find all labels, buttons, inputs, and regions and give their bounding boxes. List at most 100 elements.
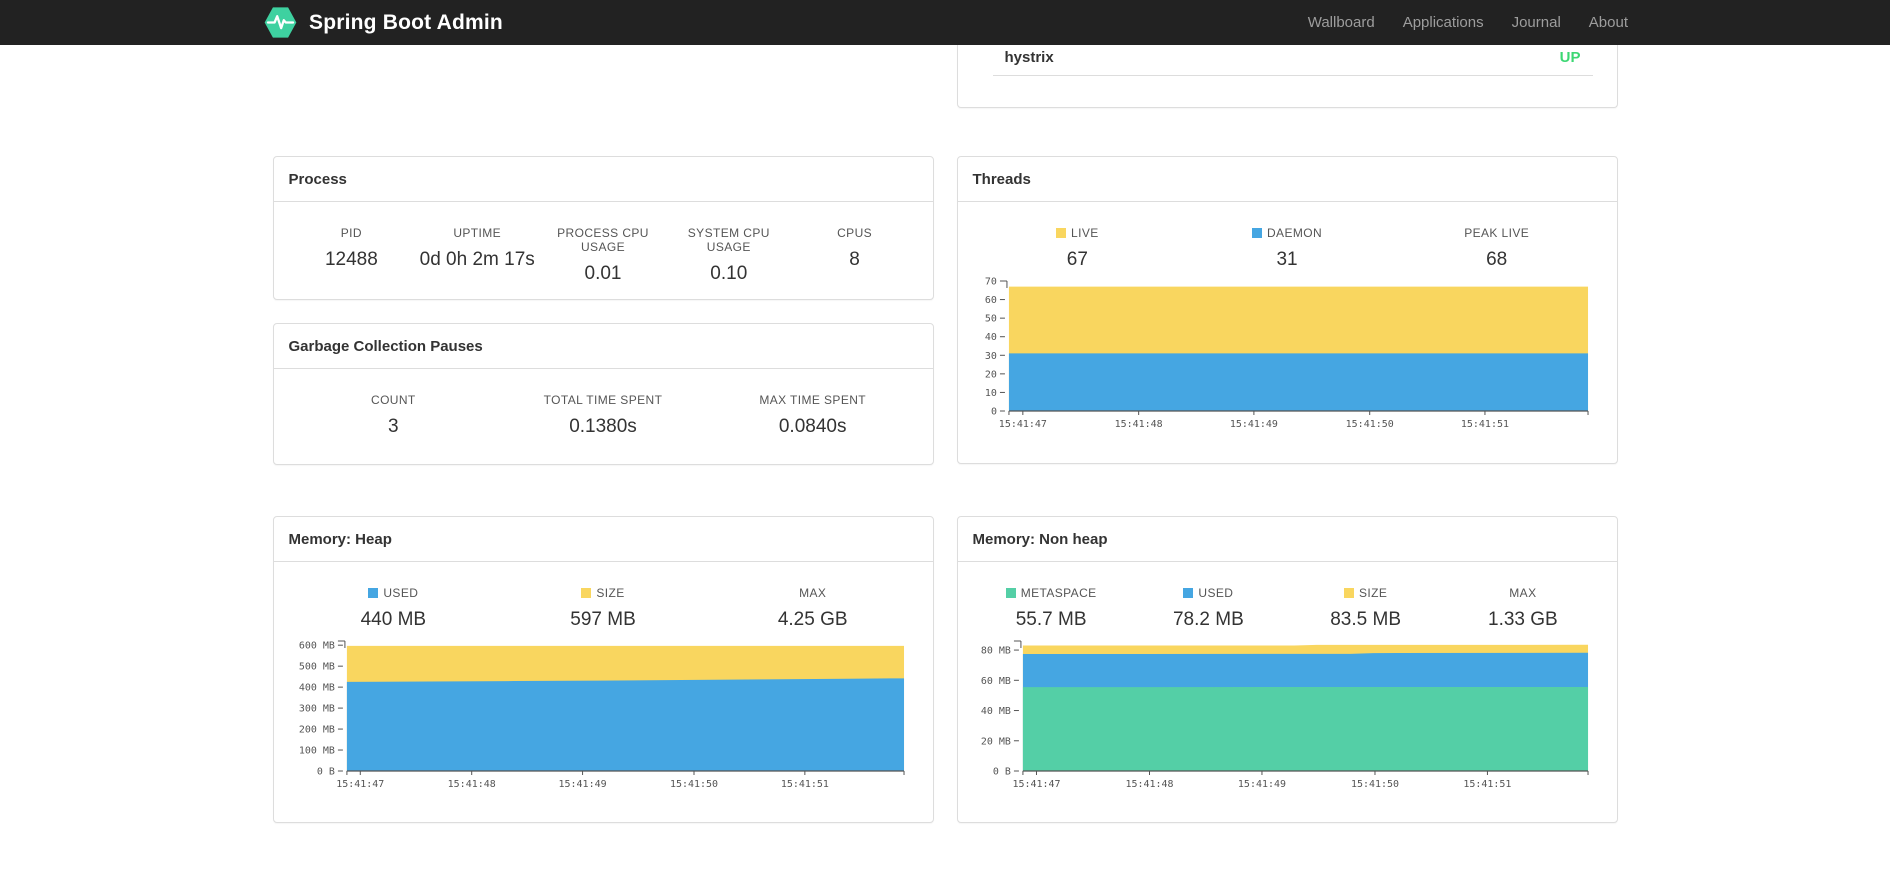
svg-text:40 MB: 40 MB [980,706,1010,717]
stat-value: 31 [1276,249,1298,270]
stat-max-time-spent: MAX TIME SPENT 0.0840s [708,393,918,438]
stat-process-cpu-usage: PROCESS CPU USAGE 0.01 [540,226,666,285]
svg-text:300 MB: 300 MB [298,704,334,715]
panel-title: Memory: Heap [273,517,933,562]
legend-swatch-icon [1005,588,1016,598]
stat-daemon: DAEMON 31 [1182,226,1392,271]
svg-text:30: 30 [984,351,996,362]
stat-label: LIVE [973,226,1183,240]
stat-label: CPUS [837,226,873,240]
svg-text:15:41:50: 15:41:50 [1345,419,1393,430]
stat-label: SIZE [498,586,708,600]
threads-chart: 15:41:47 15:41:48 15:41:49 15:41:50 15:41:51… [984,276,1589,430]
stat-label: METASPACE [973,586,1130,600]
gc-pauses-panel: Garbage Collection Pauses COUNT 3 TOTAL TI… [272,323,934,465]
stat-value: 0.10 [710,263,748,284]
stat-value: 597 MB [570,609,636,630]
svg-text:15:41:47: 15:41:47 [998,419,1046,430]
stat-value: 78.2 MB [1172,609,1244,630]
spring-boot-admin-logo-icon [264,7,297,38]
stat-value: 1.33 GB [1488,609,1558,630]
legend-swatch-icon [1251,228,1262,238]
nav-item-journal[interactable]: Journal [1498,0,1575,45]
stat-size: SIZE 597 MB [498,586,708,631]
panel-title: Garbage Collection Pauses [273,324,933,369]
svg-text:0 B: 0 B [316,766,334,777]
stat-label: SYSTEM CPU USAGE [687,226,770,254]
stat-value: 440 MB [360,609,427,630]
svg-text:500 MB: 500 MB [298,662,334,673]
stat-value: 12488 [324,249,378,270]
stat-count: COUNT 3 [289,393,499,438]
panel-title: Memory: Non heap [957,517,1617,562]
main-content: Process PID 12488 UPTIME 0d 0h 2m 17s PROCES… [272,45,1618,823]
stat-label: MAX [799,586,827,600]
stat-value: 0.1380s [569,416,637,437]
svg-text:100 MB: 100 MB [298,746,334,757]
stat-max: MAX 1.33 GB [1444,586,1601,631]
brand[interactable]: Spring Boot Admin [262,6,503,39]
stat-max: MAX 4.25 GB [708,586,918,631]
stat-value: 68 [1486,249,1508,270]
svg-text:600 MB: 600 MB [298,641,334,652]
svg-text:60 MB: 60 MB [980,676,1010,687]
stat-label: DAEMON [1182,226,1392,240]
stat-label: PEAK LIVE [1464,226,1530,240]
svg-text:15:41:50: 15:41:50 [1350,779,1398,790]
nav-item-about[interactable]: About [1575,0,1628,45]
stat-value: 4.25 GB [777,609,848,630]
stat-system-cpu-usage: SYSTEM CPU USAGE 0.10 [666,226,792,285]
stat-value: 55.7 MB [1015,609,1087,630]
heap-legend: USED 440 MB SIZE 597 MB MAX 4.25 GB [289,586,918,631]
svg-text:60: 60 [984,295,996,306]
stat-value: 3 [388,416,399,437]
svg-text:15:41:50: 15:41:50 [669,779,717,790]
svg-text:70: 70 [984,276,996,287]
svg-text:20: 20 [984,369,996,380]
panel-title: Process [273,157,933,202]
legend-swatch-icon [1343,588,1354,598]
svg-text:0: 0 [990,406,996,417]
stat-label: PID [340,226,362,240]
svg-text:50: 50 [984,314,996,325]
legend-swatch-icon [581,588,592,598]
status-badge: UP [1559,49,1581,66]
process-stats: PID 12488 UPTIME 0d 0h 2m 17s PROCESS CPU US… [289,226,918,285]
stat-value: 8 [849,249,860,270]
svg-text:15:41:49: 15:41:49 [558,779,606,790]
svg-text:15:41:49: 15:41:49 [1237,779,1285,790]
stat-label: PROCESS CPU USAGE [557,226,649,254]
stat-peak-live: PEAK LIVE 68 [1392,226,1602,271]
nav-item-wallboard[interactable]: Wallboard [1294,0,1389,45]
legend-swatch-icon [1056,228,1067,238]
stat-value: 67 [1066,249,1088,270]
application-row[interactable]: hystrix UP [992,45,1593,76]
stat-metaspace: METASPACE 55.7 MB [973,586,1130,631]
navbar: Spring Boot Admin Wallboard Applications… [0,0,1890,45]
heap-memory-chart: 15:41:47 15:41:48 15:41:49 15:41:50 15:41:51… [298,640,905,790]
stat-label: SIZE [1287,586,1444,600]
stat-value: 0.01 [584,263,622,284]
svg-text:15:41:47: 15:41:47 [1012,779,1060,790]
application-name-link[interactable]: hystrix [1005,49,1054,66]
svg-text:400 MB: 400 MB [298,683,334,694]
legend-swatch-icon [368,588,379,598]
nav-item-applications[interactable]: Applications [1389,0,1498,45]
stat-value: 0.0840s [778,416,847,437]
stat-label: USED [1130,586,1287,600]
stat-value: 0d 0h 2m 17s [419,249,535,270]
stat-label: COUNT [371,393,416,407]
stat-used: USED 78.2 MB [1130,586,1287,631]
brand-title: Spring Boot Admin [309,10,503,34]
svg-text:15:41:48: 15:41:48 [1125,779,1173,790]
memory-nonheap-panel: Memory: Non heap METASPACE 55.7 MB USED 78.… [956,516,1618,823]
stat-uptime: UPTIME 0d 0h 2m 17s [414,226,540,285]
panel-title: Threads [957,157,1617,202]
svg-text:15:41:48: 15:41:48 [447,779,495,790]
navbar-menu: Wallboard Applications Journal About [1294,0,1628,45]
left-column: Process PID 12488 UPTIME 0d 0h 2m 17s PROCES… [272,45,934,823]
svg-text:15:41:51: 15:41:51 [1463,779,1511,790]
svg-text:15:41:51: 15:41:51 [1460,419,1508,430]
svg-text:20 MB: 20 MB [980,736,1010,747]
stat-value: 83.5 MB [1330,609,1401,630]
